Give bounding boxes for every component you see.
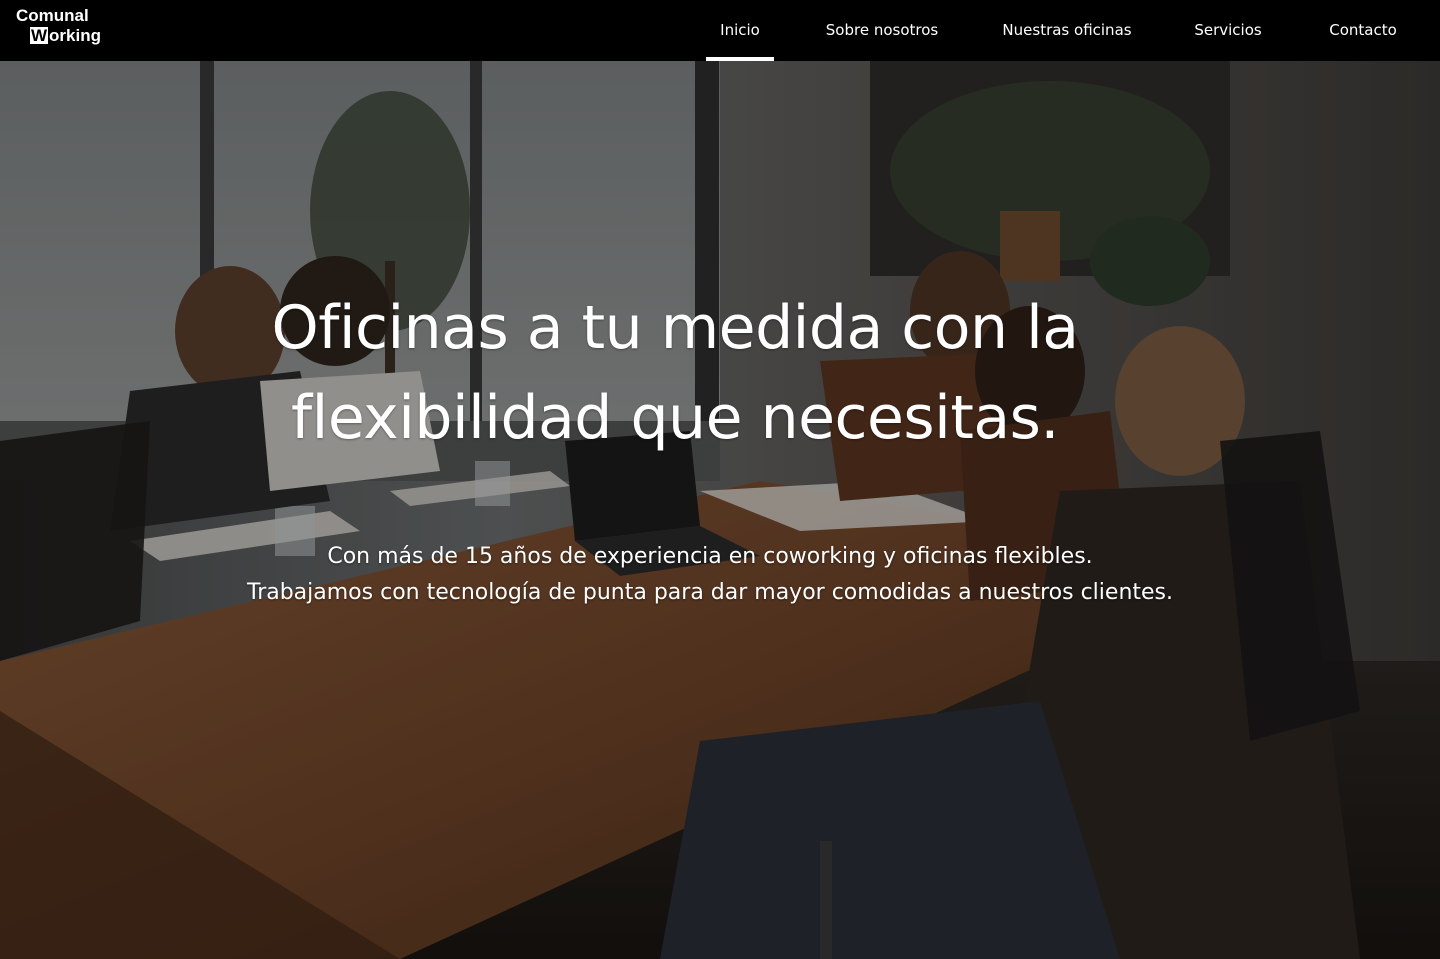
hero-subtitle: Con más de 15 años de experiencia en cow… [120,539,1300,611]
nav-item-nuestras-oficinas[interactable]: Nuestras oficinas [996,0,1138,61]
hero-title-line-2: flexibilidad que necesitas. [291,383,1059,453]
hero-subtitle-line-2: Trabajamos con tecnología de punta para … [246,580,1174,605]
hero-subtitle-line-1: Con más de 15 años de experiencia en cow… [327,544,1093,569]
hero-section: Oficinas a tu medida con la flexibilidad… [0,61,1440,959]
main-nav: Inicio Sobre nosotros Nuestras oficinas … [0,0,1440,61]
nav-item-servicios[interactable]: Servicios [1186,0,1270,61]
nav-item-contacto[interactable]: Contacto [1320,0,1406,61]
hero-dark-overlay [0,61,1440,959]
nav-item-sobre-nosotros[interactable]: Sobre nosotros [818,0,946,61]
hero-title: Oficinas a tu medida con la flexibilidad… [160,283,1190,463]
hero-title-line-1: Oficinas a tu medida con la [271,293,1079,363]
nav-item-inicio[interactable]: Inicio [706,0,774,61]
top-navigation-bar: Comunal Working Inicio Sobre nosotros Nu… [0,0,1440,61]
